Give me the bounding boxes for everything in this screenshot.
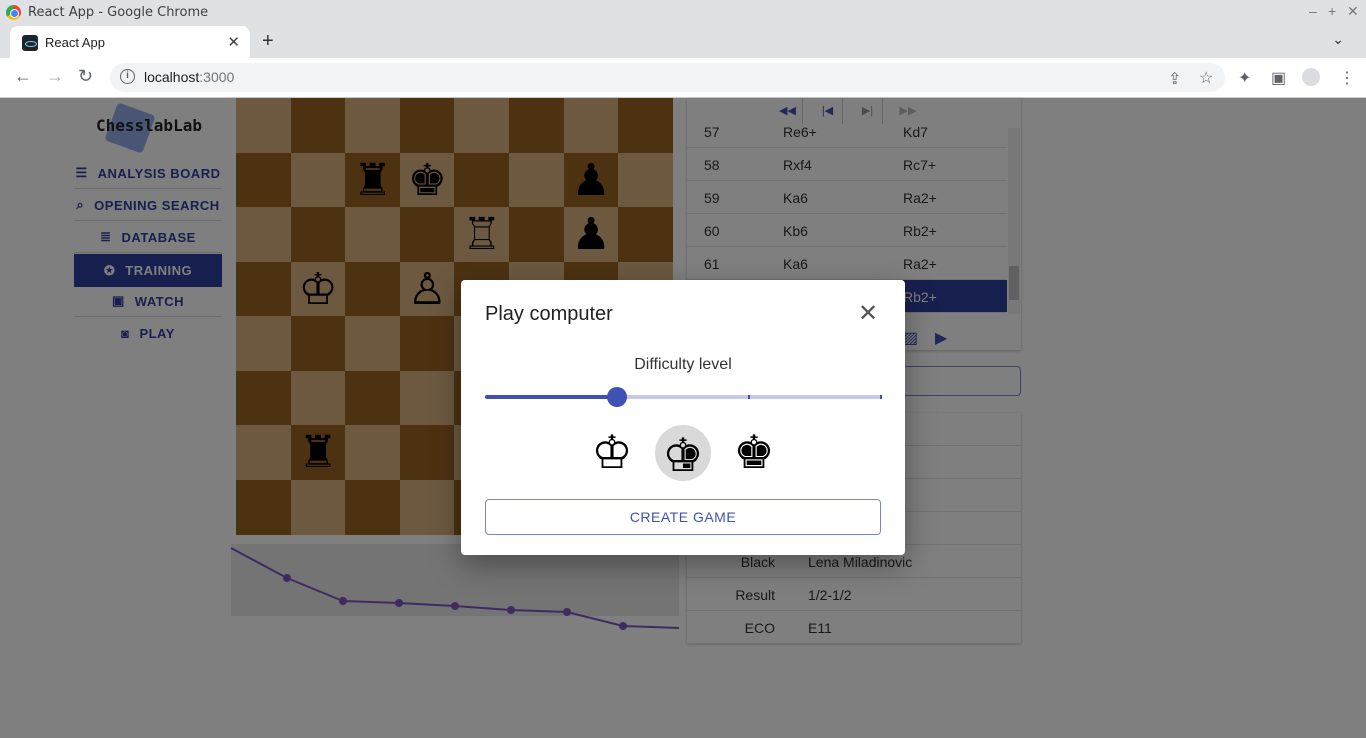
profile-avatar[interactable] bbox=[1302, 68, 1320, 86]
black-king-icon[interactable]: ♚ bbox=[726, 425, 782, 481]
tab-search-icon[interactable]: ⌄ bbox=[1332, 31, 1344, 48]
forward-icon[interactable]: → bbox=[46, 66, 64, 87]
address-url: localhost:3000 bbox=[144, 69, 234, 85]
slider-mark bbox=[748, 395, 750, 399]
window-titlebar: React App - Google Chrome – + ✕ bbox=[0, 0, 1366, 26]
url-host: localhost bbox=[144, 69, 200, 85]
new-tab-icon[interactable]: + bbox=[262, 30, 274, 53]
difficulty-label: Difficulty level bbox=[634, 356, 732, 373]
create-game-button[interactable]: CREATE GAME bbox=[485, 499, 881, 535]
difficulty-slider-thumb[interactable] bbox=[607, 387, 627, 407]
browser-tab[interactable]: React App ✕ bbox=[10, 26, 250, 58]
share-icon[interactable]: ⇪ bbox=[1168, 69, 1181, 89]
react-favicon-icon bbox=[22, 35, 38, 51]
chrome-menu-icon[interactable]: ⋮ bbox=[1339, 68, 1355, 88]
difficulty-slider-track bbox=[485, 395, 617, 399]
random-side-icon[interactable]: ♔ ♚ bbox=[655, 425, 711, 481]
close-tab-icon[interactable]: ✕ bbox=[227, 33, 240, 51]
extensions-icon[interactable]: ✦ bbox=[1238, 68, 1251, 88]
white-king-icon[interactable]: ♔ bbox=[584, 425, 640, 481]
close-window-icon[interactable]: ✕ bbox=[1347, 3, 1359, 20]
play-computer-dialog: Play computer ✕ Difficulty level ♔ ♔ ♚ ♚… bbox=[461, 280, 905, 555]
bookmark-star-icon[interactable]: ☆ bbox=[1199, 68, 1213, 88]
chrome-logo-icon bbox=[6, 5, 21, 20]
minimize-icon[interactable]: – bbox=[1309, 3, 1317, 19]
browser-toolbar: ← → ↻ i localhost:3000 ⇪ ☆ ✦ ▣ ⋮ bbox=[0, 58, 1366, 98]
close-icon[interactable]: ✕ bbox=[856, 302, 880, 326]
url-port: :3000 bbox=[199, 69, 235, 85]
dialog-title: Play computer bbox=[485, 303, 613, 325]
maximize-icon[interactable]: + bbox=[1328, 3, 1336, 19]
address-bar[interactable]: i localhost:3000 ⇪ ☆ bbox=[110, 63, 1225, 92]
window-title: React App - Google Chrome bbox=[28, 5, 209, 20]
site-info-icon[interactable]: i bbox=[120, 69, 135, 84]
half-king-icon: ♔ ♚ bbox=[662, 428, 703, 481]
tab-label: React App bbox=[45, 35, 105, 50]
slider-mark bbox=[880, 395, 882, 399]
back-icon[interactable]: ← bbox=[14, 66, 32, 87]
side-panel-icon[interactable]: ▣ bbox=[1271, 68, 1286, 88]
reload-icon[interactable]: ↻ bbox=[78, 66, 93, 87]
